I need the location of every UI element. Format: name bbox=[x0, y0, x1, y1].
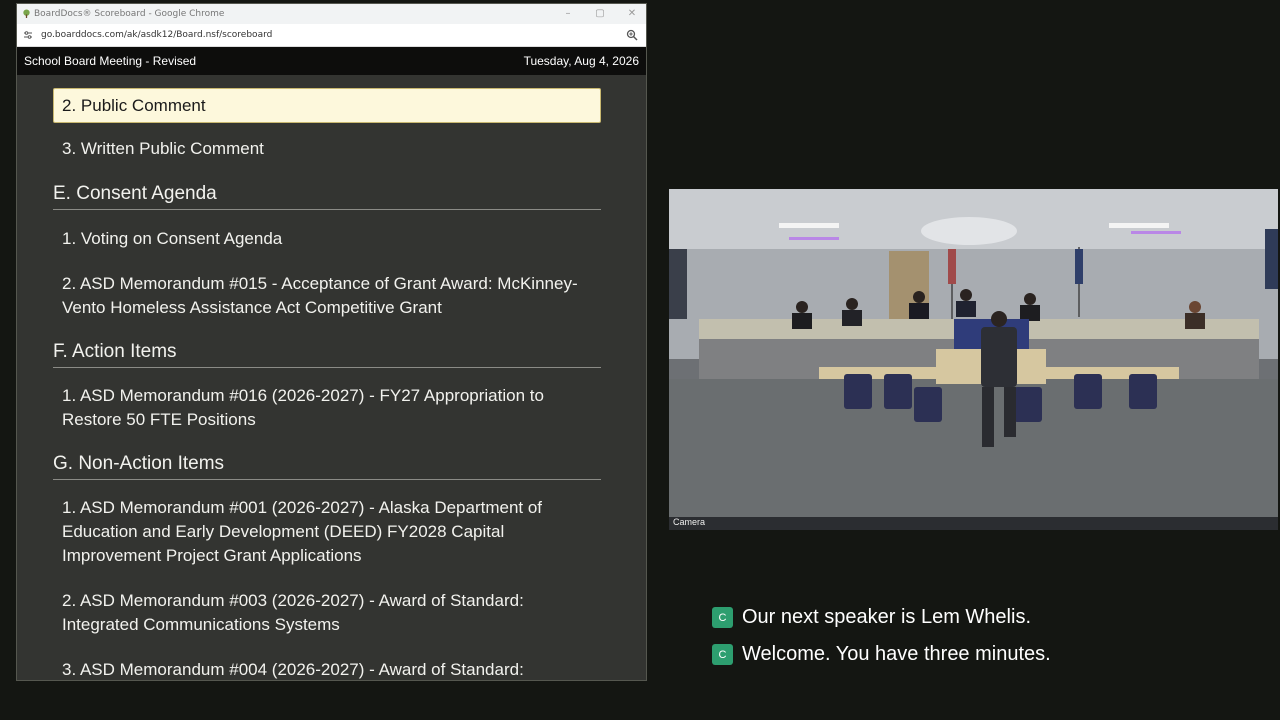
caption-speaker-icon: C bbox=[712, 607, 733, 628]
maximize-icon[interactable]: ▢ bbox=[594, 4, 606, 24]
browser-window: BoardDocs® Scoreboard - Google Chrome – … bbox=[16, 3, 647, 681]
window-title: BoardDocs® Scoreboard - Google Chrome bbox=[34, 9, 225, 19]
agenda-item[interactable]: 2. ASD Memorandum #015 - Acceptance of G… bbox=[53, 272, 601, 320]
minimize-icon[interactable]: – bbox=[562, 4, 574, 24]
agenda-item[interactable]: 1. ASD Memorandum #016 (2026-2027) - FY2… bbox=[53, 384, 601, 432]
agenda-item[interactable]: 1. ASD Memorandum #001 (2026-2027) - Ala… bbox=[53, 496, 601, 568]
agenda-section[interactable]: G. Non-Action Items bbox=[53, 451, 601, 480]
caption-line: C Our next speaker is Lem Whelis. bbox=[712, 606, 1031, 629]
agenda-item-active[interactable]: 2. Public Comment bbox=[53, 88, 601, 123]
caption-line: C Welcome. You have three minutes. bbox=[712, 643, 1051, 666]
agenda-section[interactable]: E. Consent Agenda bbox=[53, 181, 601, 210]
agenda-item[interactable]: 2. ASD Memorandum #003 (2026-2027) - Awa… bbox=[53, 589, 601, 637]
url-text[interactable]: go.boarddocs.com/ak/asdk12/Board.nsf/sco… bbox=[41, 24, 272, 46]
address-bar[interactable]: go.boarddocs.com/ak/asdk12/Board.nsf/sco… bbox=[17, 24, 646, 47]
agenda-item[interactable]: 1. Voting on Consent Agenda bbox=[53, 227, 601, 251]
boardroom-scene bbox=[669, 189, 1278, 530]
agenda-list: 2. Public Comment 3. Written Public Comm… bbox=[53, 88, 601, 680]
window-controls: – ▢ ✕ bbox=[562, 4, 638, 24]
caption-text: Our next speaker is Lem Whelis. bbox=[742, 606, 1031, 628]
site-settings-icon[interactable] bbox=[23, 30, 33, 40]
agenda-item[interactable]: 3. Written Public Comment bbox=[53, 137, 601, 161]
meeting-header: School Board Meeting - Revised Tuesday, … bbox=[17, 47, 646, 75]
agenda-section[interactable]: F. Action Items bbox=[53, 339, 601, 368]
caption-speaker-icon: C bbox=[712, 644, 733, 665]
agenda-item[interactable]: 3. ASD Memorandum #004 (2026-2027) - Awa… bbox=[53, 658, 601, 680]
caption-text: Welcome. You have three minutes. bbox=[742, 643, 1051, 665]
camera-label: Camera bbox=[673, 517, 706, 527]
meeting-date: Tuesday, Aug 4, 2026 bbox=[523, 54, 639, 68]
close-icon[interactable]: ✕ bbox=[626, 4, 638, 24]
browser-titlebar: BoardDocs® Scoreboard - Google Chrome – … bbox=[17, 4, 646, 24]
meeting-title: School Board Meeting - Revised bbox=[24, 54, 197, 68]
zoom-icon[interactable] bbox=[626, 29, 638, 41]
boarddocs-tree-icon bbox=[23, 9, 30, 18]
video-feed[interactable] bbox=[669, 189, 1278, 530]
